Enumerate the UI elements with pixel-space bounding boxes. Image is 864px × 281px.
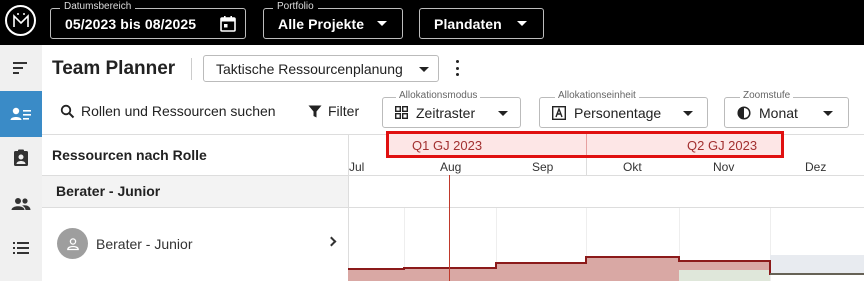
person-list-icon <box>10 107 31 120</box>
gantt-icon <box>13 62 27 74</box>
group-icon <box>11 198 31 210</box>
portfolio-label: Portfolio <box>273 1 318 13</box>
chevron-down-icon <box>823 111 833 116</box>
search-button[interactable]: Rollen und Ressourcen suchen <box>60 103 276 119</box>
top-bar: Datumsbereich 05/2023 bis 08/2025 Portfo… <box>0 0 864 45</box>
month-label: Nov <box>713 160 735 174</box>
allocation-bar <box>404 268 496 281</box>
allocation-mode-value: Zeitraster <box>416 104 476 121</box>
grid-icon <box>395 106 408 119</box>
chevron-down-icon <box>683 111 693 116</box>
sidebar-item-assignments[interactable] <box>0 135 42 181</box>
quarter-divider <box>586 134 587 155</box>
chevron-down-icon <box>498 111 508 116</box>
allocation-unit-value: Personentage <box>574 104 662 121</box>
chevron-right-icon[interactable] <box>326 236 337 247</box>
sidebar-item-timeline[interactable] <box>0 45 42 91</box>
list-icon <box>13 242 29 254</box>
allocation-bar <box>496 263 586 281</box>
filter-label: Filter <box>328 103 360 119</box>
allocation-bar <box>586 257 679 281</box>
sidebar-item-list[interactable] <box>0 225 42 271</box>
allocation-chart <box>348 255 864 281</box>
resources-column-header: Ressourcen nach Rolle <box>52 147 207 163</box>
today-marker <box>449 175 450 281</box>
person-avatar-icon <box>57 228 88 259</box>
header-divider <box>191 58 192 80</box>
date-range-label: Datumsbereich <box>60 1 136 13</box>
date-range-field[interactable]: Datumsbereich 05/2023 bis 08/2025 <box>50 1 246 39</box>
data-source-select[interactable]: Plandaten <box>419 8 544 39</box>
view-select[interactable]: Taktische Ressourcenplanung <box>203 55 439 82</box>
month-label: Jul <box>349 160 365 174</box>
view-select-value: Taktische Ressourcenplanung <box>216 60 403 77</box>
zoom-label: Zoomstufe <box>740 90 794 102</box>
allocation-mode-select[interactable]: Allokationsmodus Zeitraster <box>382 90 521 128</box>
filter-icon <box>308 105 322 117</box>
sidebar <box>0 45 42 281</box>
portfolio-value: Alle Projekte <box>278 15 365 32</box>
filter-button[interactable]: Filter <box>308 103 359 119</box>
sidebar-item-people[interactable] <box>0 181 42 227</box>
date-range-value: 05/2023 bis 08/2025 <box>65 15 197 32</box>
data-source-value: Plandaten <box>434 15 502 32</box>
zoom-select[interactable]: Zoomstufe Monat <box>724 90 849 128</box>
app-logo-icon[interactable] <box>5 5 36 36</box>
allocation-unit-select[interactable]: Allokationseinheit Personentage <box>539 90 708 128</box>
capacity-bar <box>679 270 770 281</box>
sidebar-item-team-planner[interactable] <box>0 91 42 137</box>
calendar-icon[interactable] <box>219 15 237 33</box>
quarter-label: Q2 GJ 2023 <box>687 138 758 153</box>
allocation-unit-label: Allokationseinheit <box>555 90 639 102</box>
month-label: Aug <box>440 160 462 174</box>
month-label: Sep <box>532 160 554 174</box>
resource-name[interactable]: Berater - Junior <box>96 236 192 252</box>
allocation-bar <box>679 261 770 270</box>
half-circle-icon <box>737 105 751 120</box>
chevron-down-icon <box>419 67 429 72</box>
allocation-mode-label: Allokationsmodus <box>396 90 481 102</box>
allocation-bar <box>348 269 404 281</box>
page-title: Team Planner <box>52 58 176 79</box>
role-group-label: Berater - Junior <box>56 183 161 199</box>
zoom-value: Monat <box>759 104 798 121</box>
capacity-bar <box>770 255 864 274</box>
month-label: Dez <box>805 160 827 174</box>
search-icon <box>60 104 75 118</box>
search-label: Rollen und Ressourcen suchen <box>81 103 276 119</box>
chevron-down-icon <box>377 21 387 26</box>
portfolio-select[interactable]: Portfolio Alle Projekte <box>263 1 403 39</box>
more-vert-icon[interactable] <box>452 60 462 76</box>
clipboard-person-icon <box>14 149 28 166</box>
grid-divider <box>586 158 587 175</box>
letter-a-box-icon <box>552 105 566 120</box>
chevron-down-icon <box>517 21 527 26</box>
quarter-label: Q1 GJ 2023 <box>412 138 483 153</box>
month-label: Okt <box>623 160 642 174</box>
